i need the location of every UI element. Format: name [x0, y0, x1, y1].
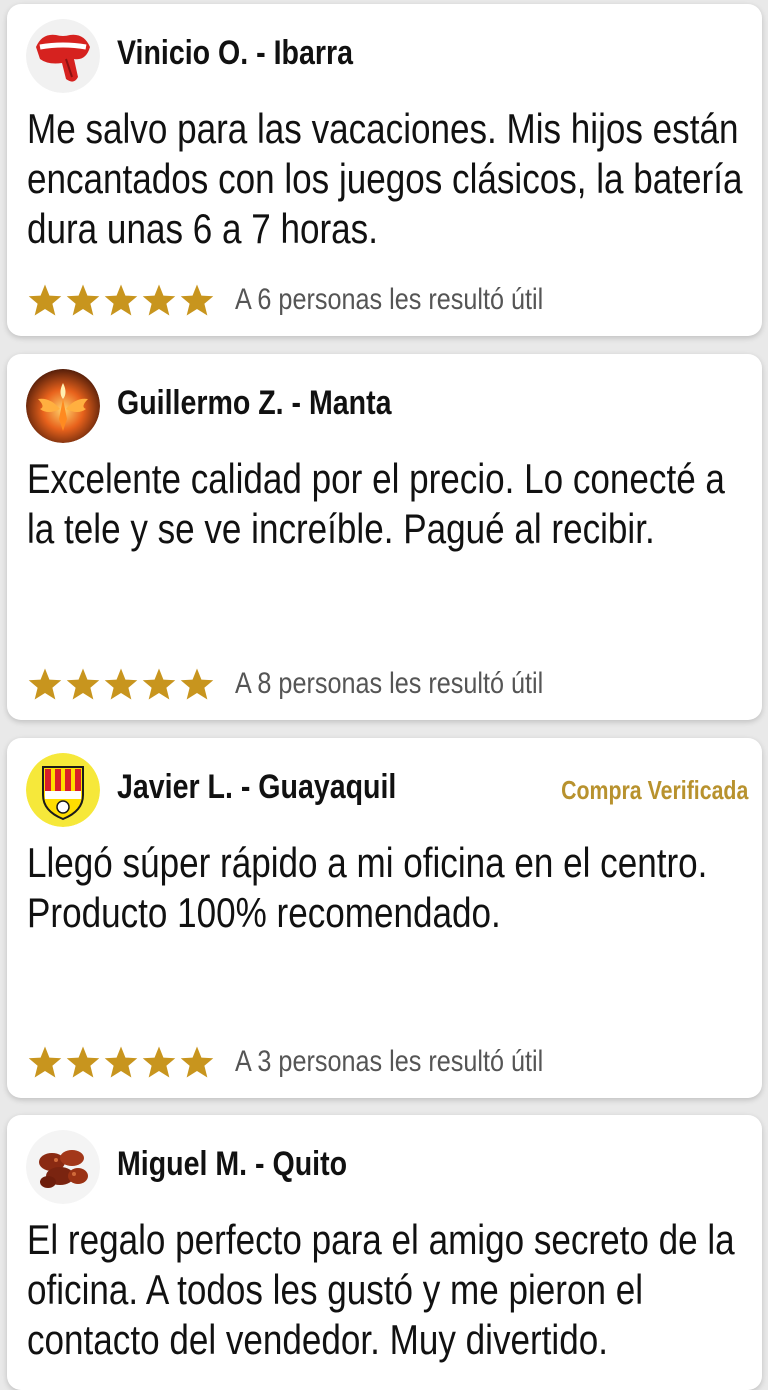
review-text: Excelente calidad por el precio. Lo cone…	[27, 455, 725, 552]
star-icon	[27, 667, 63, 701]
review-text: Me salvo para las vacaciones. Mis hijos …	[27, 105, 743, 252]
review-footer: A 3 personas les resultó útil	[27, 1042, 602, 1082]
star-icon	[141, 667, 177, 701]
star-icon	[103, 667, 139, 701]
review-text: El regalo perfecto para el amigo secreto…	[27, 1216, 735, 1363]
review-author: Guillermo Z. - Manta	[117, 384, 392, 422]
helpful-count: A 3 personas les resultó útil	[235, 1045, 544, 1078]
star-icon	[141, 283, 177, 317]
star-icon	[65, 667, 101, 701]
helpful-count: A 6 personas les resultó útil	[235, 283, 544, 316]
user-avatar[interactable]	[26, 19, 100, 93]
review-footer: A 8 personas les resultó útil	[27, 664, 602, 704]
star-rating	[27, 667, 217, 701]
rolling-stones-tongue-icon	[26, 19, 100, 93]
phoenix-bird-icon	[26, 369, 100, 443]
chicken-wings-icon	[26, 1130, 100, 1204]
star-rating	[27, 1045, 217, 1079]
barcelona-crest-icon	[26, 753, 100, 827]
review-footer: A 6 personas les resultó útil	[27, 280, 602, 320]
review-card: Vinicio O. - Ibarra Me salvo para las va…	[7, 4, 762, 336]
review-author: Javier L. - Guayaquil	[117, 768, 397, 806]
star-icon	[179, 1045, 215, 1079]
star-icon	[65, 283, 101, 317]
star-icon	[65, 1045, 101, 1079]
star-icon	[179, 667, 215, 701]
star-icon	[27, 283, 63, 317]
review-card: Miguel M. - Quito El regalo perfecto par…	[7, 1115, 762, 1390]
star-icon	[141, 1045, 177, 1079]
star-rating	[27, 283, 217, 317]
verified-purchase-badge: Compra Verificada	[560, 775, 748, 805]
review-card: Guillermo Z. - Manta Excelente calidad p…	[7, 354, 762, 720]
helpful-count: A 8 personas les resultó útil	[235, 667, 544, 700]
star-icon	[103, 1045, 139, 1079]
star-icon	[27, 1045, 63, 1079]
user-avatar[interactable]	[26, 753, 100, 827]
review-card: Javier L. - Guayaquil Compra Verificada …	[7, 738, 762, 1098]
user-avatar[interactable]	[26, 1130, 100, 1204]
review-author: Miguel M. - Quito	[117, 1145, 348, 1183]
user-avatar[interactable]	[26, 369, 100, 443]
review-author: Vinicio O. - Ibarra	[117, 34, 353, 72]
star-icon	[103, 283, 139, 317]
review-text: Llegó súper rápido a mi oficina en el ce…	[27, 839, 708, 936]
reviews-list: Vinicio O. - Ibarra Me salvo para las va…	[0, 0, 768, 1390]
star-icon	[179, 283, 215, 317]
